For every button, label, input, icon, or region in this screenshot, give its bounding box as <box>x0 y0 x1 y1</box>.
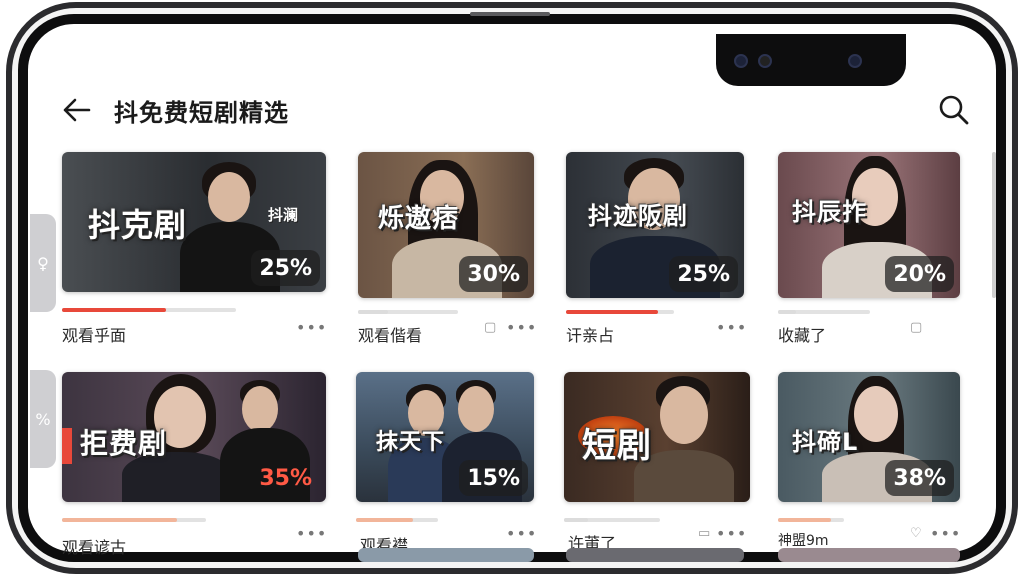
bookmark-icon: ▢ <box>484 320 497 335</box>
discount-badge: 38% <box>885 460 954 496</box>
drama-poster[interactable] <box>566 548 744 562</box>
drama-poster[interactable]: 抖辰拃 20% <box>778 152 960 298</box>
more-options-button[interactable]: ••• <box>506 524 537 543</box>
watch-progress-fill <box>778 518 831 522</box>
poster-title: 拒费剧 <box>80 427 168 460</box>
watch-status: 观看乎面 <box>62 326 127 345</box>
poster-title: 抖碲L <box>792 428 859 456</box>
watch-progress-fill <box>778 310 797 314</box>
device-frame: ♀ % 抖免费短剧精选 抖克剧 抖澜 25% 观看乎面 ••• 烁遨痞 30% … <box>0 0 1024 576</box>
watch-progress <box>778 518 844 522</box>
more-options-button[interactable]: ••• <box>296 318 327 337</box>
drama-poster[interactable]: 拒费剧 35% <box>62 372 326 502</box>
watch-progress-fill <box>564 518 588 522</box>
watch-status: 观看谚古 <box>62 538 127 557</box>
watch-progress <box>62 518 206 522</box>
side-tab-label: ♀ <box>37 253 49 273</box>
watch-progress <box>566 310 674 314</box>
drama-poster[interactable]: 烁遨痞 30% <box>358 152 534 298</box>
more-options-button[interactable]: ••• <box>716 524 747 543</box>
bookmark-icon: ▢ <box>910 320 923 335</box>
sensor-icon <box>734 54 748 68</box>
drama-poster[interactable] <box>992 152 996 298</box>
back-button[interactable] <box>62 95 92 125</box>
watch-progress <box>778 310 870 314</box>
poster-title: 短剧 <box>582 426 652 466</box>
watch-progress-fill <box>566 310 658 314</box>
poster-title: 抖迹阪剧 <box>588 202 688 230</box>
front-camera-icon <box>848 54 862 68</box>
watch-progress <box>358 310 458 314</box>
drama-poster[interactable]: 短剧 <box>564 372 750 502</box>
drama-poster[interactable]: 抹天下 15% <box>356 372 534 502</box>
poster-title: 抖辰拃 <box>792 198 867 226</box>
watch-status: 收藏了 <box>778 326 827 345</box>
page-title: 抖免费短剧精选 <box>114 98 289 127</box>
drama-poster[interactable]: 抖克剧 抖澜 25% <box>62 152 326 292</box>
more-options-button[interactable]: ••• <box>296 524 327 543</box>
drama-poster[interactable]: 抖迹阪剧 25% <box>566 152 744 298</box>
watch-progress-fill <box>62 518 178 522</box>
drama-poster[interactable] <box>358 548 534 562</box>
poster-title: 抹天下 <box>376 430 446 455</box>
watch-status: 观看偕看 <box>358 326 423 345</box>
poster-title: 抖克剧 <box>88 206 188 244</box>
poster-subtitle: 抖澜 <box>268 206 299 224</box>
discount-badge: 25% <box>251 250 320 286</box>
watch-progress <box>356 518 438 522</box>
discount-badge: 20% <box>885 256 954 292</box>
camera-notch <box>716 34 906 86</box>
discount-badge: 30% <box>459 256 528 292</box>
watch-progress-fill <box>358 310 388 314</box>
back-arrow-icon <box>63 98 91 122</box>
watch-progress <box>564 518 660 522</box>
chat-icon: ▭ <box>698 526 711 541</box>
speaker-grille <box>470 12 550 16</box>
more-options-button[interactable]: ••• <box>930 524 961 543</box>
discount-badge: 25% <box>669 256 738 292</box>
side-tab-gender[interactable]: ♀ <box>30 214 56 312</box>
watch-status: 神盟9m <box>778 533 829 549</box>
more-options-button[interactable]: ••• <box>506 318 537 337</box>
drama-poster[interactable] <box>778 548 960 562</box>
watch-status: 讦亲占 <box>566 326 615 345</box>
page-header: 抖免费短剧精选 <box>62 90 972 130</box>
search-button[interactable] <box>938 94 970 126</box>
search-icon <box>939 95 969 125</box>
watch-progress-fill <box>356 518 414 522</box>
more-options-button[interactable]: ••• <box>716 318 747 337</box>
drama-poster[interactable]: 抖碲L 38% <box>778 372 960 502</box>
watch-progress <box>62 308 236 312</box>
sensor-icon <box>758 54 772 68</box>
watch-progress-fill <box>62 308 167 312</box>
poster-title: 烁遨痞 <box>378 204 460 234</box>
side-tab-label: % <box>35 409 51 429</box>
discount-badge: 15% <box>459 460 528 496</box>
heart-icon: ♡ <box>910 526 922 541</box>
side-tab-discount[interactable]: % <box>30 370 56 468</box>
discount-badge: 35% <box>259 465 312 491</box>
